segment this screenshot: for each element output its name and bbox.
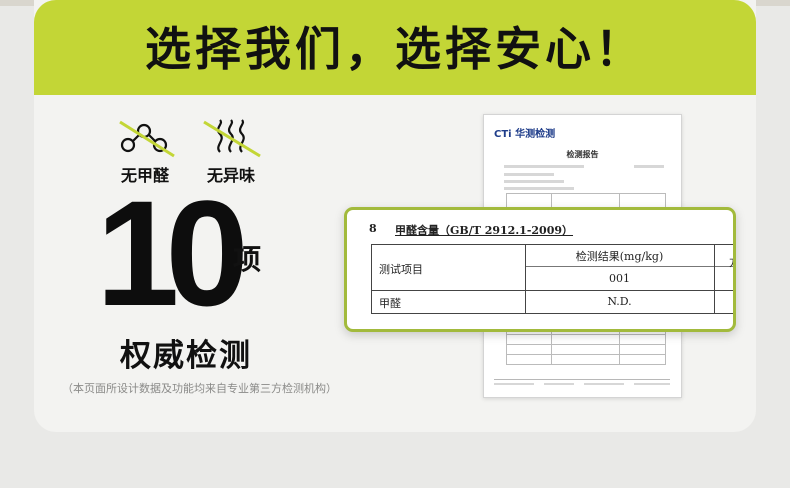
headline-banner: 选择我们，选择安心！ [34,0,756,95]
row-item-name: 甲醛 [379,297,401,310]
disclaimer: （本页面所设计数据及功能均来自专业第三方检测机构） [62,382,337,395]
test-count: 10 [96,169,249,337]
col-cutoff-header: 方 [729,254,733,270]
report-title: 检测报告 [566,150,599,159]
report-logo: CTi 华测检测 [494,129,556,140]
section-number: 8 [369,222,377,235]
subtitle: 权威检测 [120,338,252,374]
odor-waves-crossed-icon [200,119,262,162]
row-result-value: N.D. [607,295,632,308]
formaldehyde-molecule-crossed-icon [114,120,176,162]
col-item-header: 测试项目 [379,263,423,276]
section-title: 甲醛含量（GB/T 2912.1-2009） [395,224,574,237]
sample-number: 001 [609,272,630,285]
result-table: 测试项目 检测结果(mg/kg) 001 方 甲醛 N.D. [371,244,733,314]
headline: 选择我们，选择安心！ [145,22,645,76]
result-zoom-callout: 8 甲醛含量（GB/T 2912.1-2009） 测试项目 检测结果(mg/kg… [344,207,736,332]
test-count-unit: 项 [233,243,262,276]
content-card: 选择我们，选择安心！ 无甲醛 无异味 10 项 权威检测 （本页面所设计数据及功… [34,0,756,432]
col-result-header: 检测结果(mg/kg) [575,250,664,263]
